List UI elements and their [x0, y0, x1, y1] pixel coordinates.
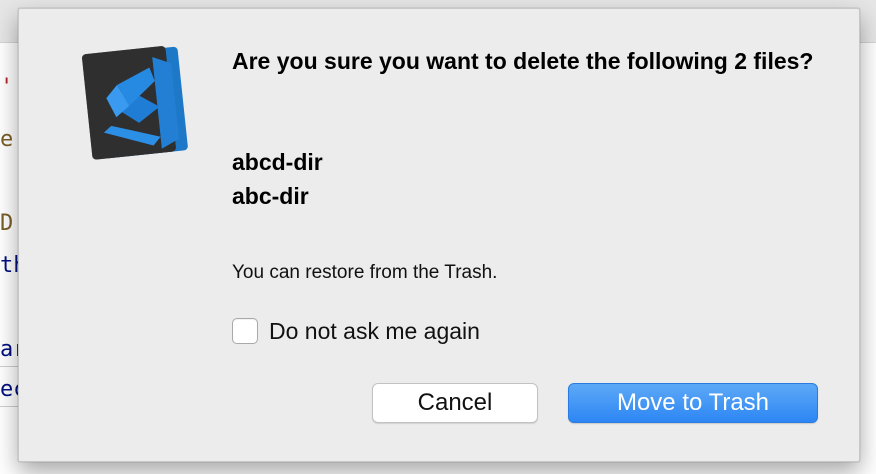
move-to-trash-button[interactable]: Move to Trash [568, 383, 818, 423]
do-not-ask-checkbox-row[interactable]: Do not ask me again [232, 315, 480, 347]
dialog-title: Are you sure you want to delete the foll… [232, 48, 814, 74]
background-divider [0, 366, 18, 367]
background-divider [0, 406, 18, 407]
background-code-fragment: ar [0, 338, 18, 362]
file-list: abcd-dir abc-dir [232, 145, 323, 213]
delete-confirmation-dialog: Are you sure you want to delete the foll… [18, 8, 860, 462]
restore-info-text: You can restore from the Trash. [232, 262, 498, 283]
background-code-fragment: D [0, 212, 14, 236]
cancel-button[interactable]: Cancel [372, 383, 538, 423]
background-code-fragment: ec [0, 378, 18, 402]
do-not-ask-checkbox-label[interactable]: Do not ask me again [269, 318, 480, 345]
background-code-fragment: e [0, 128, 14, 152]
file-list-item: abc-dir [232, 183, 309, 209]
do-not-ask-checkbox[interactable] [232, 318, 258, 344]
vscode-app-icon [82, 46, 188, 160]
background-code-fragment: th [0, 254, 18, 278]
background-code-fragment: ' [0, 76, 14, 100]
file-list-item: abcd-dir [232, 149, 323, 175]
